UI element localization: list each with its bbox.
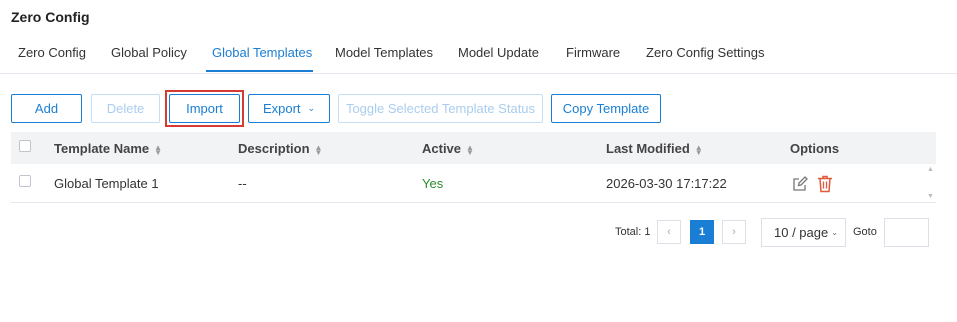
sort-icon[interactable]: ▲ ▼	[315, 143, 323, 156]
scroll-up-arrow[interactable]: ▲	[927, 166, 934, 173]
pagination-total: Total: 1	[615, 226, 651, 238]
next-page-button[interactable]: ›	[722, 220, 746, 244]
sort-icon[interactable]: ▲ ▼	[695, 143, 703, 156]
cell-last-modified: 2026-03-30 17:17:22	[606, 176, 727, 191]
toggle-button-label: Toggle Selected Template Status	[345, 101, 536, 116]
scroll-down-arrow[interactable]: ▼	[927, 193, 934, 200]
delete-button-label: Delete	[106, 101, 145, 116]
page-number-button[interactable]: 1	[690, 220, 714, 244]
copy-button-label: Copy Template	[562, 101, 650, 116]
export-button-label: Export	[262, 101, 301, 116]
tab-model-update[interactable]: Model Update	[458, 45, 539, 60]
chevron-right-icon: ›	[732, 226, 736, 238]
edit-icon[interactable]	[792, 176, 808, 192]
trash-icon[interactable]	[817, 175, 833, 193]
column-label: Last Modified	[606, 141, 690, 156]
page-size-value: 10 / page	[774, 225, 829, 240]
add-button[interactable]: Add	[11, 94, 82, 123]
prev-page-button[interactable]: ‹	[657, 220, 681, 244]
tab-firmware[interactable]: Firmware	[566, 45, 620, 60]
page-title: Zero Config	[11, 9, 90, 25]
tab-zero-config[interactable]: Zero Config	[18, 45, 86, 60]
sort-icon[interactable]: ▲ ▼	[466, 143, 474, 156]
page-size-select[interactable]: 10 / page ⌄	[761, 218, 846, 247]
tab-global-policy[interactable]: Global Policy	[111, 45, 187, 60]
table-row[interactable]: Global Template 1 -- Yes 2026-03-30 17:1…	[11, 164, 936, 203]
toggle-template-status-button[interactable]: Toggle Selected Template Status	[338, 94, 543, 123]
chevron-down-icon: ⌄	[831, 228, 838, 237]
column-template-name[interactable]: Template Name ▲ ▼	[54, 141, 162, 156]
column-active[interactable]: Active ▲ ▼	[422, 141, 474, 156]
goto-label: Goto	[853, 226, 877, 238]
table-header: Template Name ▲ ▼ Description ▲ ▼ Active ▲ ▼ L…	[11, 132, 936, 164]
column-last-modified[interactable]: Last Modified ▲ ▼	[606, 141, 703, 156]
export-button[interactable]: Export ⌄	[248, 94, 330, 123]
copy-template-button[interactable]: Copy Template	[551, 94, 661, 123]
cell-active: Yes	[422, 176, 444, 191]
column-options: Options	[790, 141, 840, 156]
page-number: 1	[698, 226, 706, 238]
tab-bar: Zero Config Global Policy Global Templat…	[0, 40, 957, 74]
tab-zero-config-settings[interactable]: Zero Config Settings	[646, 45, 765, 60]
add-button-label: Add	[34, 101, 59, 116]
delete-button[interactable]: Delete	[91, 94, 160, 123]
column-description[interactable]: Description ▲ ▼	[238, 141, 322, 156]
row-checkbox[interactable]	[19, 175, 31, 187]
active-tab-indicator	[206, 70, 313, 72]
goto-page-input[interactable]	[884, 218, 929, 247]
select-all-checkbox[interactable]	[19, 140, 31, 152]
cell-template-name: Global Template 1	[54, 176, 159, 191]
column-label: Description	[238, 141, 310, 156]
import-button-highlight	[165, 90, 244, 127]
sort-icon[interactable]: ▲ ▼	[154, 143, 162, 156]
column-label: Active	[422, 141, 462, 156]
tab-model-templates[interactable]: Model Templates	[335, 45, 433, 60]
column-label: Template Name	[54, 141, 150, 156]
chevron-down-icon: ⌄	[307, 103, 316, 113]
cell-description: --	[238, 176, 247, 191]
chevron-left-icon: ‹	[667, 226, 671, 238]
tab-global-templates[interactable]: Global Templates	[212, 45, 312, 60]
